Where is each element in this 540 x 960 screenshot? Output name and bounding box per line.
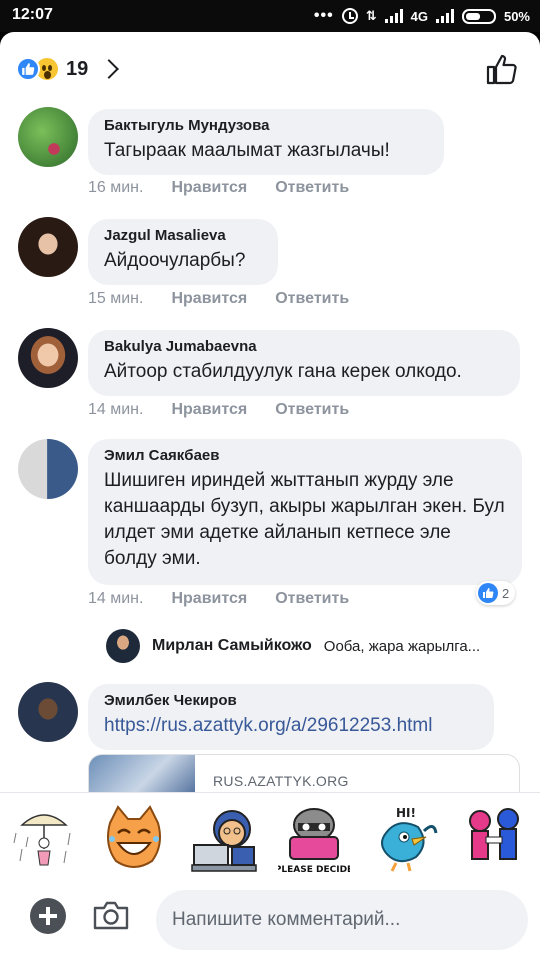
add-attachment-button[interactable] [30, 898, 66, 934]
reactions-summary[interactable]: 19 [16, 56, 120, 82]
comment-bubble[interactable]: Эмилбек Чекиров https://rus.azattyk.org/… [88, 684, 494, 750]
comment-bubble[interactable]: Jazgul Masalieva Айдоочуларбы? [88, 219, 278, 285]
comment-input[interactable] [156, 890, 528, 950]
network-type: 4G [410, 8, 428, 24]
comment-item: Эмил Саякбаев Шишиген ириндей жыттанып ж… [18, 439, 528, 589]
link-domain: RUS.AZATTYK.ORG [213, 773, 349, 789]
comment-time: 15 мин. [88, 290, 144, 307]
avatar[interactable] [18, 682, 78, 742]
comment-meta: 16 мин. Нравится Ответить [88, 179, 349, 197]
power-rangers-sticker[interactable] [458, 803, 530, 875]
status-icons: ••• ⇅ 4G 50% [314, 6, 530, 26]
like-thumb-icon[interactable] [484, 52, 518, 86]
comment-meta: 14 мин. Нравится Ответить [88, 401, 349, 419]
comment-meta: 15 мин. Нравится Ответить [88, 290, 349, 308]
reply-text: Ооба, жара жарылга... [323, 637, 481, 655]
like-link[interactable]: Нравится [171, 590, 247, 608]
reply-link[interactable]: Ответить [275, 290, 349, 308]
hi-bird-sticker[interactable]: HI! [368, 803, 440, 875]
sticker-strip: PLEASE DECIDE HI! [0, 792, 540, 880]
reaction-count: 19 [66, 57, 89, 80]
camera-icon[interactable] [93, 900, 129, 930]
reply-link[interactable]: Ответить [275, 179, 349, 197]
comment-author[interactable]: Эмилбек Чекиров [104, 692, 478, 709]
status-bar: 12:07 ••• ⇅ 4G 50% [0, 0, 540, 32]
like-link[interactable]: Нравится [171, 290, 247, 308]
like-reaction-icon [16, 57, 40, 81]
comment-author[interactable]: Бактыгуль Мундузова [104, 117, 428, 134]
reaction-count: 2 [502, 585, 510, 601]
chevron-right-icon[interactable] [99, 59, 120, 79]
battery-percent: 50% [503, 8, 530, 24]
comment-text: Шишиген ириндей жыттанып журду эле канша… [104, 470, 505, 569]
avatar[interactable] [18, 328, 78, 388]
avatar[interactable] [18, 107, 78, 167]
comments-sheet: 19 Бактыгуль Мундузова Тагыраак маалымат… [0, 32, 540, 792]
more-dots-icon: ••• [313, 7, 334, 24]
status-time: 12:07 [12, 6, 53, 23]
avatar[interactable] [18, 439, 78, 499]
sticker-caption: PLEASE DECIDE [278, 865, 350, 875]
reply-author: Мирлан Самыйкожо [152, 637, 312, 654]
comment-time: 14 мин. [88, 401, 144, 418]
comment-link[interactable]: https://rus.azattyk.org/a/29612253.html [104, 713, 478, 739]
comment-time: 14 мин. [88, 590, 144, 607]
battery-icon [461, 8, 496, 24]
comment-reaction-badge[interactable]: 2 [476, 581, 516, 605]
comment-composer [0, 880, 540, 960]
laptop-guy-sticker[interactable] [188, 803, 260, 875]
reply-link[interactable]: Ответить [275, 590, 349, 608]
laughing-cat-sticker[interactable] [98, 803, 170, 875]
reply-preview[interactable]: Мирлан Самыйкожо Ооба, жара жарылга... [106, 629, 526, 663]
sticker-caption: HI! [396, 806, 416, 820]
please-decide-raccoon-sticker[interactable]: PLEASE DECIDE [278, 803, 350, 875]
like-link[interactable]: Нравится [171, 179, 247, 197]
comment-item: Эмилбек Чекиров https://rus.azattyk.org/… [18, 682, 528, 752]
like-reaction-icon [478, 583, 498, 603]
avatar [106, 629, 140, 663]
umbrella-girl-sticker[interactable] [8, 803, 80, 875]
comment-bubble[interactable]: Эмил Саякбаев Шишиген ириндей жыттанып ж… [88, 439, 522, 585]
link-thumbnail [89, 755, 195, 792]
comment-bubble[interactable]: Bakulya Jumabaevna Айтоор стабилдуулук г… [88, 330, 520, 396]
data-arrows-icon: ⇅ [365, 8, 377, 23]
like-link[interactable]: Нравится [171, 401, 247, 419]
reply-link[interactable]: Ответить [275, 401, 349, 419]
comment-text: Айтоор стабилдуулук гана керек олкодо. [104, 361, 462, 382]
link-preview-card[interactable]: RUS.AZATTYK.ORG [88, 754, 520, 792]
signal-icon [384, 9, 403, 23]
comment-text: Айдоочуларбы? [104, 250, 246, 271]
comment-bubble[interactable]: Бактыгуль Мундузова Тагыраак маалымат жа… [88, 109, 444, 175]
comment-author[interactable]: Jazgul Masalieva [104, 227, 262, 244]
signal-icon-2 [435, 9, 454, 23]
avatar[interactable] [18, 217, 78, 277]
comment-author[interactable]: Эмил Саякбаев [104, 447, 506, 464]
alarm-icon [341, 8, 358, 24]
comment-meta: 14 мин. Нравится Ответить [88, 590, 349, 608]
comments-header: 19 [0, 32, 540, 102]
comment-author[interactable]: Bakulya Jumabaevna [104, 338, 504, 355]
comment-time: 16 мин. [88, 179, 144, 196]
comment-text: Тагыраак маалымат жазгылачы! [104, 140, 390, 161]
